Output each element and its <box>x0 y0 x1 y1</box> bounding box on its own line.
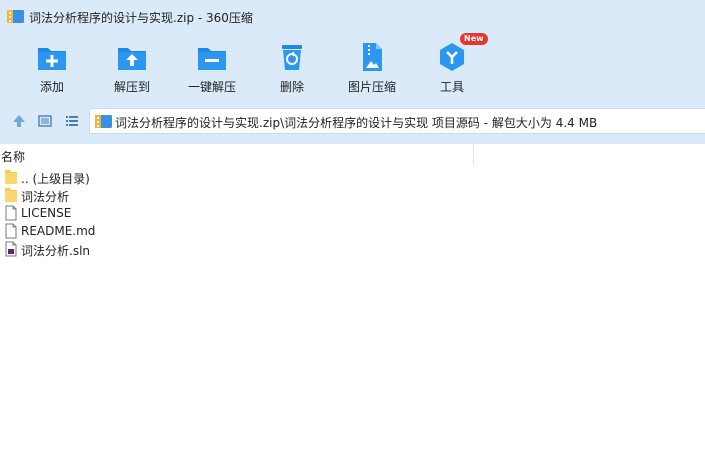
new-badge: New <box>460 33 488 45</box>
address-path: 词法分析程序的设计与实现.zip\词法分析程序的设计与实现 项目源码 - 解包大… <box>115 116 598 130</box>
list-item-name: .. (上级目录) <box>21 172 90 186</box>
one-click-extract-button[interactable]: 一键解压 <box>172 36 252 100</box>
add-icon <box>38 48 66 70</box>
list-item-folder[interactable]: 词法分析 <box>0 186 705 204</box>
address-field[interactable]: 词法分析程序的设计与实现.zip\词法分析程序的设计与实现 项目源码 - 解包大… <box>89 108 705 134</box>
add-label: 添加 <box>39 80 64 94</box>
list-item-name: 词法分析.sln <box>21 244 91 258</box>
list-item-name: LICENSE <box>21 206 72 220</box>
list-item-file[interactable]: 词法分析.sln <box>0 240 705 258</box>
zip-archive-icon <box>7 10 24 23</box>
column-divider[interactable] <box>473 144 474 165</box>
folder-icon <box>5 188 17 202</box>
list-item-name: 词法分析 <box>21 190 70 204</box>
zip-archive-icon <box>95 115 112 128</box>
list-item-name: README.md <box>21 224 96 238</box>
delete-label: 删除 <box>279 80 304 94</box>
title-bar: 词法分析程序的设计与实现.zip - 360压缩 <box>0 0 705 36</box>
delete-icon <box>282 45 302 70</box>
tools-label: 工具 <box>439 80 464 94</box>
extract-to-label: 解压到 <box>113 80 150 94</box>
extract-to-icon <box>118 48 146 70</box>
list-view-icon[interactable] <box>64 113 80 129</box>
address-bar: 词法分析程序的设计与实现.zip\词法分析程序的设计与实现 项目源码 - 解包大… <box>0 106 705 136</box>
extract-to-button[interactable]: 解压到 <box>92 36 172 100</box>
list-item-file[interactable]: README.md <box>0 222 705 240</box>
toolbar: 添加 解压到 一键解压 删除 图片压缩 New 工具 <box>0 33 705 100</box>
list-item-file[interactable]: LICENSE <box>0 204 705 222</box>
solution-file-icon <box>5 241 17 257</box>
column-header-name[interactable]: 名称 <box>1 148 25 165</box>
one-click-extract-icon <box>198 48 226 70</box>
add-button[interactable]: 添加 <box>12 36 92 100</box>
app-window: 词法分析程序的设计与实现.zip - 360压缩 添加 解压到 一键解压 删除 … <box>0 0 705 469</box>
top-panel: 词法分析程序的设计与实现.zip - 360压缩 添加 解压到 一键解压 删除 … <box>0 0 705 144</box>
image-compress-label: 图片压缩 <box>347 80 396 94</box>
thumbnail-view-icon[interactable] <box>37 113 53 129</box>
window-title: 词法分析程序的设计与实现.zip - 360压缩 <box>29 11 253 25</box>
image-compress-button[interactable]: 图片压缩 <box>332 36 412 100</box>
list-header: 名称 <box>0 144 705 166</box>
list-item-parent-dir[interactable]: .. (上级目录) <box>0 168 705 186</box>
file-icon <box>5 205 17 221</box>
one-click-extract-label: 一键解压 <box>187 80 236 94</box>
image-compress-icon <box>363 43 382 71</box>
tools-button[interactable]: New 工具 <box>412 33 492 100</box>
up-arrow-icon[interactable] <box>11 113 27 129</box>
file-icon <box>5 223 17 239</box>
delete-button[interactable]: 删除 <box>252 36 332 100</box>
file-list: .. (上级目录) 词法分析 LICENSE README.md 词法分析.sl… <box>0 168 705 258</box>
folder-icon <box>5 170 17 184</box>
tools-icon <box>440 43 464 71</box>
